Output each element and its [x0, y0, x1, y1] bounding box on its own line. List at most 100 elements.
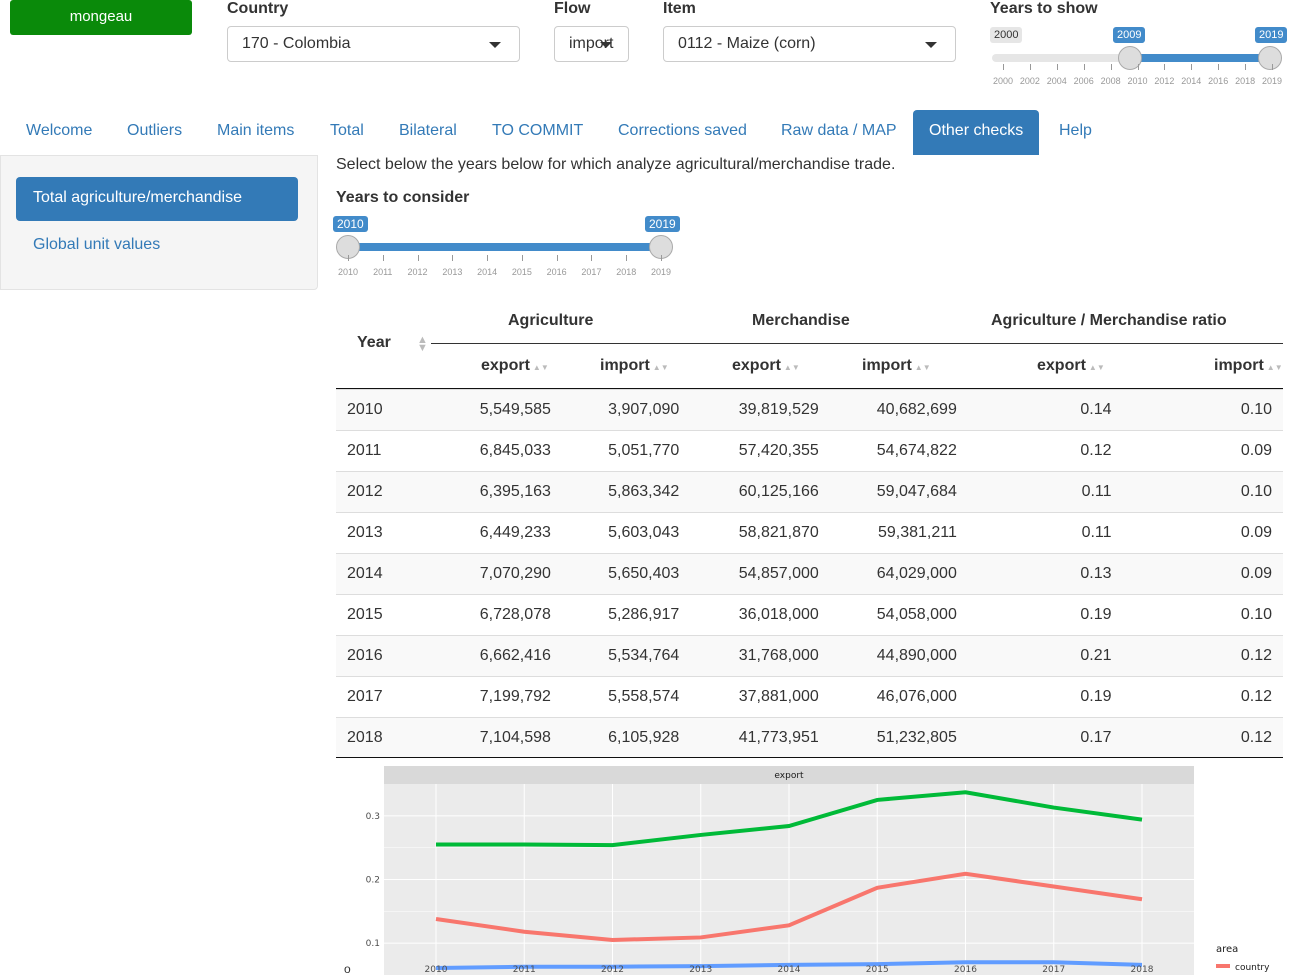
- table-bottom-rule: [336, 757, 1283, 758]
- flow-select[interactable]: import: [554, 26, 629, 62]
- table-row: 2017 7,199,792 5,558,574 37,881,000 46,076,0…: [336, 676, 1283, 718]
- cell-value: 0.21: [967, 635, 1123, 677]
- col-header-agri-export[interactable]: export ▲▼: [481, 357, 549, 375]
- cell-value: 6,662,416: [444, 635, 562, 677]
- col-header-merch-import[interactable]: import ▲▼: [862, 357, 931, 375]
- tab-other-checks[interactable]: Other checks: [913, 110, 1040, 155]
- slider-tick-label: 2000: [992, 76, 1014, 86]
- sidebar-item-total-agriculture[interactable]: Total agriculture/merchandise: [16, 177, 298, 221]
- consider-to-label: 2019: [645, 216, 680, 232]
- sort-icon: ▲▼: [914, 363, 931, 372]
- table-row: 2015 6,728,078 5,286,917 36,018,000 54,058,0…: [336, 594, 1283, 636]
- x-tick-label: 2015: [866, 965, 889, 975]
- tab-main-items[interactable]: Main items: [201, 110, 310, 155]
- col-header-text: import: [1214, 357, 1264, 374]
- cell-value: 0.17: [967, 717, 1123, 758]
- slider-tick-label: 2018: [1235, 76, 1256, 86]
- y-tick-label: 0.2: [366, 876, 380, 886]
- tab-outliers[interactable]: Outliers: [111, 110, 198, 155]
- slider-tick-label: 2012: [1154, 76, 1175, 86]
- slider-tick: [348, 255, 349, 261]
- slider-tick-label: 2008: [1100, 76, 1121, 86]
- col-header-agri-import[interactable]: import ▲▼: [600, 357, 669, 375]
- slider-tick-label: 2015: [511, 267, 532, 277]
- cell-value: 0.12: [1122, 635, 1283, 677]
- slider-tick: [452, 255, 454, 261]
- slider-tick: [591, 255, 593, 261]
- cell-value: 7,199,792: [444, 676, 562, 718]
- col-header-year[interactable]: Year: [357, 334, 391, 352]
- col-header-merch-export[interactable]: export ▲▼: [732, 357, 800, 375]
- slider-min-label: 2000: [990, 27, 1023, 43]
- slider-tick: [1003, 64, 1004, 70]
- slider-tick: [1056, 64, 1058, 70]
- x-tick-label: 2018: [1131, 965, 1154, 975]
- col-header-text: export: [732, 357, 781, 374]
- x-tick-label: 2013: [689, 965, 712, 975]
- legend-label-country: country: [1235, 963, 1270, 973]
- cell-value: 51,232,805: [829, 717, 968, 758]
- intro-text: Select below the years below for which a…: [336, 156, 896, 173]
- cell-year: 2016: [336, 635, 445, 677]
- item-label: Item: [663, 0, 696, 17]
- cell-value: 60,125,166: [690, 471, 830, 513]
- tab-raw-data-map[interactable]: Raw data / MAP: [765, 110, 913, 155]
- tab-bilateral[interactable]: Bilateral: [383, 110, 473, 155]
- country-select[interactable]: 170 - Colombia: [227, 26, 520, 62]
- col-header-ratio-import[interactable]: import ▲▼: [1214, 357, 1283, 375]
- cell-value: 3,907,090: [561, 389, 691, 431]
- slider-tick: [1164, 64, 1166, 70]
- cell-value: 31,768,000: [690, 635, 830, 677]
- cell-value: 44,890,000: [829, 635, 968, 677]
- y-tick-label: 0.3: [366, 812, 380, 822]
- tab-total[interactable]: Total: [314, 110, 380, 155]
- slider-tick-label: 2018: [616, 267, 637, 277]
- tab-to-commit[interactable]: TO COMMIT: [476, 110, 599, 155]
- tab-help[interactable]: Help: [1043, 110, 1108, 155]
- cell-year: 2010: [336, 389, 445, 431]
- group-header-merchandise: Merchandise: [752, 312, 850, 329]
- consider-slider-range: [348, 243, 661, 251]
- cell-value: 7,104,598: [444, 717, 562, 758]
- x-tick-label: 2010: [425, 965, 448, 975]
- slider-tick: [556, 255, 558, 261]
- cell-value: 5,286,917: [561, 594, 691, 636]
- slider-tick-label: 2016: [546, 267, 567, 277]
- sort-icon[interactable]: ▲ ▼: [417, 335, 428, 354]
- slider-tick: [1191, 64, 1193, 70]
- cell-year: 2018: [336, 717, 445, 758]
- x-tick-label: 2014: [778, 965, 801, 975]
- sort-icon: ▲▼: [783, 363, 800, 372]
- slider-tick-label: 2011: [373, 267, 393, 277]
- item-select[interactable]: 0112 - Maize (corn): [663, 26, 956, 62]
- sidebar-item-global-unit-values[interactable]: Global unit values: [16, 224, 298, 268]
- col-header-text: import: [600, 357, 650, 374]
- cell-value: 5,863,342: [561, 471, 691, 513]
- slider-tick-label: 2014: [477, 267, 498, 277]
- col-header-text: import: [862, 357, 912, 374]
- chevron-down-icon: [489, 42, 501, 48]
- slider-tick-label: 2019: [650, 267, 672, 277]
- table-row: 2016 6,662,416 5,534,764 31,768,000 44,890,0…: [336, 635, 1283, 677]
- tab-welcome[interactable]: Welcome: [10, 110, 108, 155]
- item-select-value: 0112 - Maize (corn): [678, 35, 816, 52]
- years-slider-to-handle[interactable]: [1258, 46, 1282, 70]
- x-tick-label: 2017: [1042, 965, 1065, 975]
- cell-value: 0.09: [1122, 512, 1283, 554]
- slider-tick: [1083, 64, 1085, 70]
- sidebar: Total agriculture/merchandise Global uni…: [0, 155, 318, 290]
- cell-value: 5,051,770: [561, 430, 691, 472]
- cell-value: 0.12: [1122, 676, 1283, 718]
- cell-value: 54,058,000: [829, 594, 968, 636]
- table-row: 2018 7,104,598 6,105,928 41,773,951 51,232,8…: [336, 717, 1283, 758]
- cell-value: 0.09: [1122, 553, 1283, 595]
- col-header-text: export: [481, 357, 530, 374]
- col-header-ratio-export[interactable]: export ▲▼: [1037, 357, 1105, 375]
- slider-tick: [661, 255, 662, 261]
- slider-tick: [487, 255, 489, 261]
- cell-value: 0.09: [1122, 430, 1283, 472]
- slider-from-label: 2009: [1113, 27, 1146, 43]
- user-button[interactable]: mongeau: [10, 0, 192, 35]
- slider-tick-label: 2017: [581, 267, 602, 277]
- tab-corrections-saved[interactable]: Corrections saved: [602, 110, 763, 155]
